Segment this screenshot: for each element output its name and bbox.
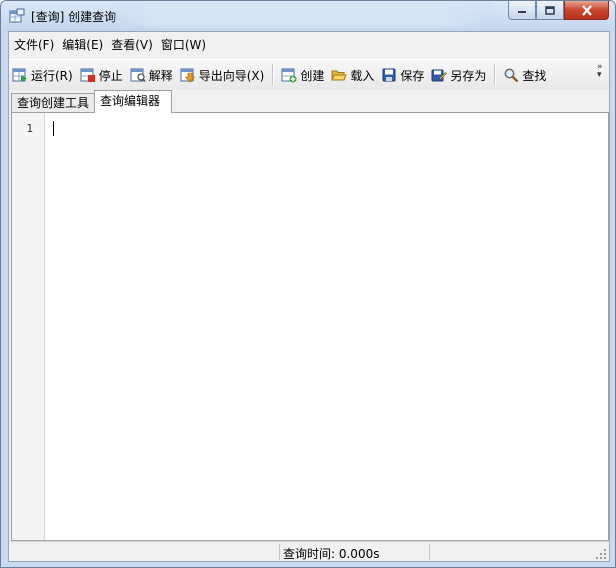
menu-bar: 文件(F) 编辑(E) 查看(V) 窗口(W) [9, 32, 609, 58]
client-area: 文件(F) 编辑(E) 查看(V) 窗口(W) 运行(R) 停止 解释 导出向导… [8, 31, 610, 562]
menu-window[interactable]: 窗口(W) [156, 32, 209, 58]
save-icon [382, 68, 396, 82]
save-as-label: 另存为 [450, 68, 487, 83]
maximize-button[interactable] [536, 1, 564, 20]
close-button[interactable] [564, 1, 609, 20]
export-wizard-label: 导出向导(X) [198, 68, 265, 83]
folder-open-icon [331, 70, 348, 81]
caption-buttons [508, 1, 609, 20]
toolbar-separator [272, 64, 275, 86]
title-bar[interactable]: [查询] 创建查询 [1, 1, 615, 31]
stop-icon [80, 68, 95, 82]
save-label: 保存 [400, 68, 425, 83]
create-label: 创建 [300, 68, 325, 83]
window-title: [查询] 创建查询 [31, 10, 117, 24]
status-divider [429, 544, 430, 560]
run-label: 运行(R) [31, 68, 73, 83]
magnifier-icon [504, 68, 519, 83]
load-label: 载入 [350, 68, 375, 83]
run-button[interactable]: 运行(R) [9, 63, 77, 87]
explain-button[interactable]: 解释 [127, 63, 177, 87]
create-icon [281, 68, 297, 83]
application-window: [查询] 创建查询 文件(F) 编辑(E) 查看(V) 窗口(W) 运行(R) [0, 0, 616, 568]
export-wizard-icon [180, 68, 195, 83]
run-icon [12, 68, 27, 82]
minimize-icon [518, 11, 526, 13]
menu-file[interactable]: 文件(F) [9, 32, 57, 58]
line-number-gutter: 1 [12, 113, 45, 540]
menu-view[interactable]: 查看(V) [106, 32, 156, 58]
stop-button[interactable]: 停止 [77, 63, 127, 87]
status-bar: 查询时间: 0.000s [9, 541, 609, 561]
maximize-icon [545, 5, 555, 15]
find-button[interactable]: 查找 [500, 63, 550, 87]
close-icon [581, 4, 592, 16]
text-caret [53, 121, 54, 136]
query-time-status: 查询时间: 0.000s [283, 547, 380, 561]
save-button[interactable]: 保存 [378, 63, 428, 87]
tab-query-builder[interactable]: 查询创建工具 [11, 93, 101, 112]
toolbar-separator [494, 64, 497, 86]
create-button[interactable]: 创建 [278, 63, 328, 87]
save-as-button[interactable]: 另存为 [428, 63, 490, 87]
sql-editor[interactable]: 1 [11, 112, 609, 541]
query-app-icon [9, 8, 25, 23]
stop-label: 停止 [98, 68, 123, 83]
export-wizard-button[interactable]: 导出向导(X) [177, 63, 269, 87]
explain-label: 解释 [148, 68, 173, 83]
explain-icon [130, 68, 146, 82]
tab-query-editor[interactable]: 查询编辑器 [94, 90, 172, 113]
toolbar-overflow-chevron-icon[interactable]: » ▾ [597, 63, 607, 80]
load-button[interactable]: 载入 [328, 63, 378, 87]
tab-strip: 查询创建工具 查询编辑器 [9, 90, 609, 113]
title-bar-blur [113, 1, 493, 27]
minimize-button[interactable] [508, 1, 536, 20]
status-divider [279, 544, 280, 560]
resize-grip-icon[interactable] [595, 548, 607, 560]
menu-edit[interactable]: 编辑(E) [57, 32, 106, 58]
save-as-icon [431, 69, 448, 82]
toolbar: 运行(R) 停止 解释 导出向导(X) 创建 载入 保存 另存为 查找 » ▾ [9, 59, 609, 90]
line-number: 1 [26, 122, 33, 135]
find-label: 查找 [522, 68, 547, 83]
